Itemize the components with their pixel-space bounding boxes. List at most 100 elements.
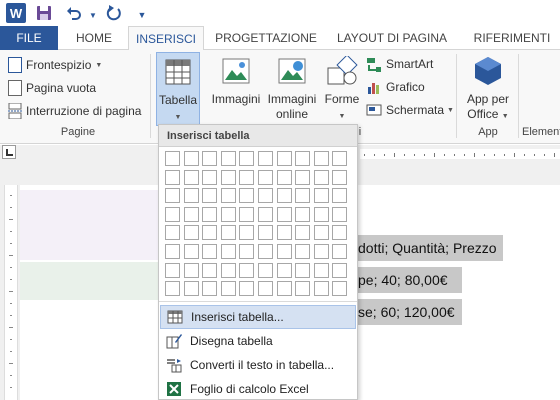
table-grid-cell[interactable] [183,206,199,222]
table-grid-cell[interactable] [220,206,236,222]
table-grid-cell[interactable] [202,244,218,259]
table-grid-cell[interactable] [295,225,311,241]
table-grid-cell[interactable] [258,151,273,166]
table-grid-cell[interactable] [258,169,273,185]
table-grid-cell[interactable] [332,151,348,166]
table-grid-cell[interactable] [258,262,273,278]
table-grid-cell[interactable] [202,206,218,222]
table-grid-cell[interactable] [220,262,236,278]
table-grid-cell[interactable] [258,281,273,297]
table-grid-cell[interactable] [183,188,199,204]
table-grid-cell[interactable] [258,225,273,241]
online-images-button[interactable]: Immagini online [262,52,322,126]
table-grid-cell[interactable] [165,262,180,278]
shapes-button[interactable]: Forme ▼ [320,52,364,126]
excel-spreadsheet-menu-item[interactable]: Foglio di calcolo Excel [160,377,356,400]
draw-table-menu-item[interactable]: Disegna tabella [160,329,356,353]
smartart-button[interactable]: SmartArt [366,54,433,74]
convert-text-menu-item[interactable]: Converti il testo in tabella... [160,353,356,377]
table-grid-cell[interactable] [239,151,255,166]
table-grid-cell[interactable] [165,244,180,259]
table-grid-cell[interactable] [220,188,236,204]
table-grid-cell[interactable] [313,169,329,185]
table-grid-cell[interactable] [332,188,348,204]
cover-page-button[interactable]: Frontespizio ▼ [8,55,102,75]
table-grid-cell[interactable] [313,225,329,241]
table-grid-cell[interactable] [183,281,199,297]
table-grid-cell[interactable] [202,151,218,166]
table-grid-cell[interactable] [239,206,255,222]
table-grid-cell[interactable] [276,225,292,241]
document-line[interactable]: dotti; Quantità; Prezzo [358,235,503,261]
table-grid-cell[interactable] [295,169,311,185]
table-grid-cell[interactable] [276,281,292,297]
table-grid-cell[interactable] [239,262,255,278]
tab-references[interactable]: RIFERIMENTI [464,26,560,50]
page-break-button[interactable]: Interruzione di pagina [8,101,141,121]
undo-icon[interactable] [66,5,82,21]
table-grid-cell[interactable] [239,188,255,204]
table-grid-cell[interactable] [202,225,218,241]
table-grid-cell[interactable] [239,169,255,185]
table-grid-cell[interactable] [202,281,218,297]
table-grid-cell[interactable] [313,151,329,166]
table-grid-cell[interactable] [332,281,348,297]
table-grid-cell[interactable] [332,169,348,185]
table-grid-cell[interactable] [276,244,292,259]
table-grid-cell[interactable] [295,206,311,222]
table-grid-cell[interactable] [313,262,329,278]
document-line[interactable]: se; 60; 120,00€ [358,299,462,325]
table-grid-cell[interactable] [220,151,236,166]
table-grid-cell[interactable] [220,225,236,241]
table-grid-cell[interactable] [239,244,255,259]
tab-design[interactable]: PROGETTAZIONE [212,26,320,50]
tab-selector[interactable] [2,145,16,159]
table-grid-cell[interactable] [183,169,199,185]
table-grid-cell[interactable] [202,169,218,185]
table-grid-cell[interactable] [332,206,348,222]
screenshot-button[interactable]: Schermata ▼ [366,100,454,120]
undo-dropdown-icon[interactable]: ▼ [88,5,98,25]
blank-page-button[interactable]: Pagina vuota [8,78,96,98]
table-grid-cell[interactable] [258,206,273,222]
document-line[interactable]: pe; 40; 80,00€ [358,267,462,293]
table-grid-cell[interactable] [183,244,199,259]
table-grid-cell[interactable] [258,244,273,259]
table-grid-cell[interactable] [183,151,199,166]
table-button[interactable]: Tabella ▼ [156,52,200,126]
table-grid-cell[interactable] [313,281,329,297]
table-grid-cell[interactable] [276,206,292,222]
images-button[interactable]: Immagini [206,52,266,126]
table-grid-cell[interactable] [295,262,311,278]
tab-file[interactable]: FILE [0,26,58,50]
insert-table-menu-item[interactable]: Inserisci tabella... [160,305,356,329]
table-grid-cell[interactable] [313,206,329,222]
chart-button[interactable]: Grafico [366,77,425,97]
table-grid-cell[interactable] [258,188,273,204]
table-grid-cell[interactable] [183,225,199,241]
tab-insert[interactable]: INSERISCI [128,26,204,51]
table-grid-cell[interactable] [276,188,292,204]
table-grid-cell[interactable] [295,281,311,297]
table-grid-cell[interactable] [295,244,311,259]
table-grid-cell[interactable] [276,151,292,166]
redo-icon[interactable] [106,5,122,21]
table-grid-cell[interactable] [202,262,218,278]
table-grid-cell[interactable] [183,262,199,278]
tab-home[interactable]: HOME [62,26,126,50]
table-grid-cell[interactable] [276,169,292,185]
table-grid-cell[interactable] [202,188,218,204]
table-grid-cell[interactable] [165,169,180,185]
app-for-office-button[interactable]: App per Office ▼ [462,52,514,126]
table-grid-cell[interactable] [332,225,348,241]
table-grid-cell[interactable] [165,281,180,297]
vertical-ruler[interactable] [4,185,18,400]
table-grid-cell[interactable] [276,262,292,278]
table-grid-cell[interactable] [220,244,236,259]
table-grid-cell[interactable] [220,281,236,297]
save-icon[interactable] [36,5,52,21]
table-grid-cell[interactable] [332,244,348,259]
table-grid-cell[interactable] [332,262,348,278]
table-grid-cell[interactable] [239,281,255,297]
customize-dropdown-icon[interactable]: ▼ [136,5,148,25]
